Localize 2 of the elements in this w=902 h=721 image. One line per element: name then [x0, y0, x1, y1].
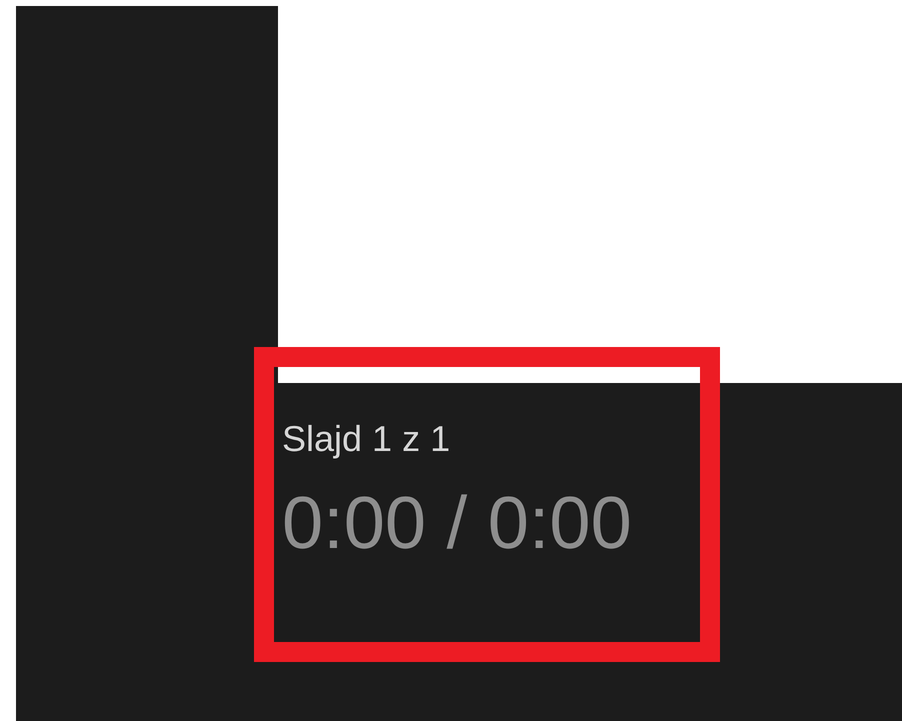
timer-text: 0:00 / 0:00 — [282, 481, 632, 565]
slide-counter: Slajd 1 z 1 — [282, 417, 450, 461]
